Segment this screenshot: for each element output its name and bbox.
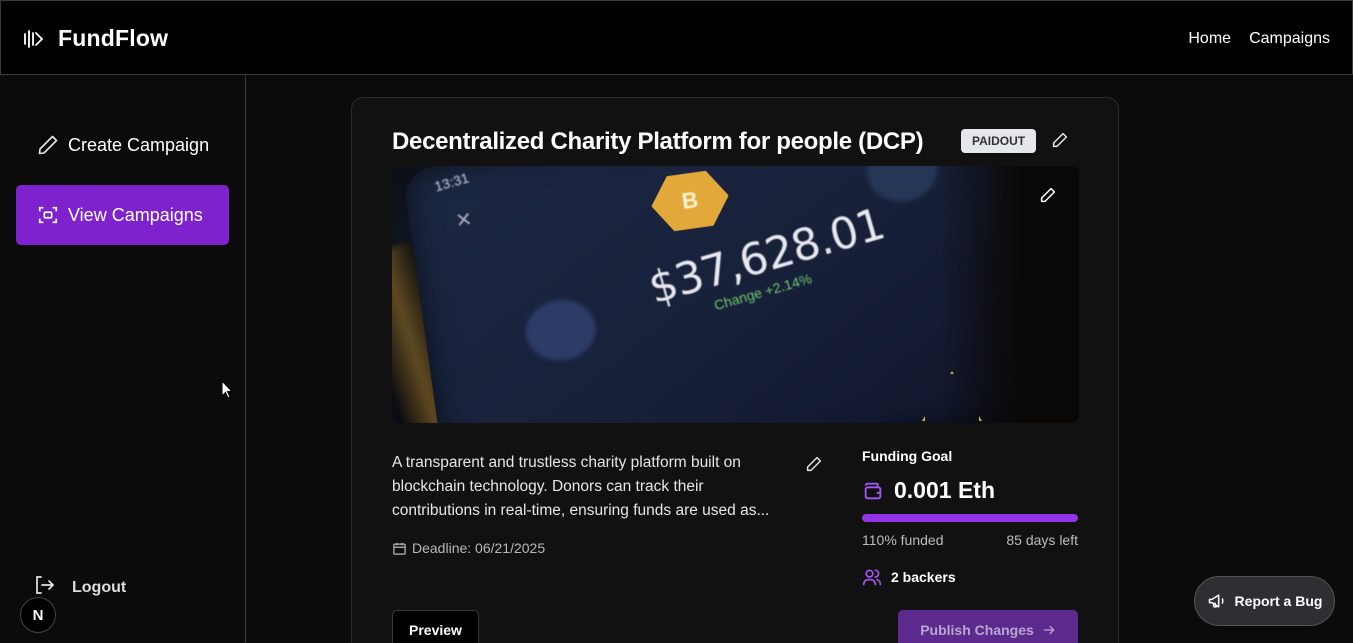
- campaign-image: 13:31 ✕ B $37,628.01 Change +2.14%: [392, 166, 1079, 423]
- report-bug-label: Report a Bug: [1234, 593, 1323, 609]
- deadline-text: Deadline: 06/21/2025: [412, 540, 546, 556]
- fundflow-logo-icon: [24, 29, 44, 48]
- deadline: Deadline: 06/21/2025: [392, 540, 545, 556]
- scan-icon: [36, 203, 60, 227]
- bitcoin-coin-icon: B: [648, 168, 733, 234]
- brand-name: FundFlow: [58, 25, 169, 51]
- edit-description-icon[interactable]: [805, 455, 823, 473]
- nav-home-link[interactable]: Home: [1188, 30, 1231, 48]
- days-left: 85 days left: [1006, 532, 1078, 548]
- top-navbar: FundFlow Home Campaigns: [0, 0, 1353, 75]
- user-avatar[interactable]: N: [20, 597, 56, 633]
- campaign-card: Decentralized Charity Platform for peopl…: [351, 97, 1119, 643]
- status-badge: PAIDOUT: [961, 129, 1037, 153]
- calendar-icon: [393, 542, 406, 555]
- arrow-right-icon: [1043, 625, 1055, 635]
- preview-button[interactable]: Preview: [392, 610, 479, 643]
- edit-title-icon[interactable]: [1051, 131, 1069, 149]
- sidebar-item-label: Create Campaign: [68, 134, 210, 155]
- edit-image-icon[interactable]: [1039, 186, 1057, 204]
- mouse-cursor-icon: [221, 380, 233, 399]
- close-icon: ✕: [454, 208, 474, 233]
- wallet-icon: [864, 482, 882, 499]
- campaign-title: Decentralized Charity Platform for peopl…: [392, 128, 924, 155]
- main-nav: Home Campaigns: [1188, 30, 1330, 48]
- publish-label: Publish Changes: [920, 622, 1034, 638]
- logout-label: Logout: [72, 578, 127, 596]
- campaign-description: A transparent and trustless charity plat…: [392, 454, 770, 519]
- funding-progress-fill: [862, 514, 1078, 522]
- nav-campaigns-link[interactable]: Campaigns: [1249, 30, 1330, 48]
- funded-percent: 110% funded: [862, 532, 944, 548]
- sidebar-item-label: View Campaigns: [68, 204, 203, 225]
- funding-goal: 0.001 Eth: [862, 477, 995, 504]
- megaphone-icon: [1208, 594, 1224, 608]
- backers-count: 2 backers: [891, 569, 956, 585]
- brand[interactable]: FundFlow: [22, 25, 168, 52]
- funding-goal-label: Funding Goal: [862, 448, 953, 464]
- image-time-text: 13:31: [432, 169, 471, 195]
- sidebar-item-view-campaigns[interactable]: View Campaigns: [16, 185, 229, 245]
- report-bug-button[interactable]: Report a Bug: [1194, 576, 1335, 626]
- funding-goal-amount: 0.001 Eth: [894, 477, 995, 503]
- publish-changes-button[interactable]: Publish Changes: [898, 610, 1078, 643]
- funding-progress-bar: [862, 514, 1078, 522]
- pencil-icon: [36, 133, 60, 157]
- sidebar-item-create-campaign[interactable]: Create Campaign: [16, 115, 229, 175]
- users-icon: [862, 569, 882, 586]
- sidebar: Create Campaign View Campaigns Logout N: [0, 75, 246, 643]
- backers: 2 backers: [862, 567, 956, 587]
- logout-button[interactable]: Logout: [32, 573, 126, 602]
